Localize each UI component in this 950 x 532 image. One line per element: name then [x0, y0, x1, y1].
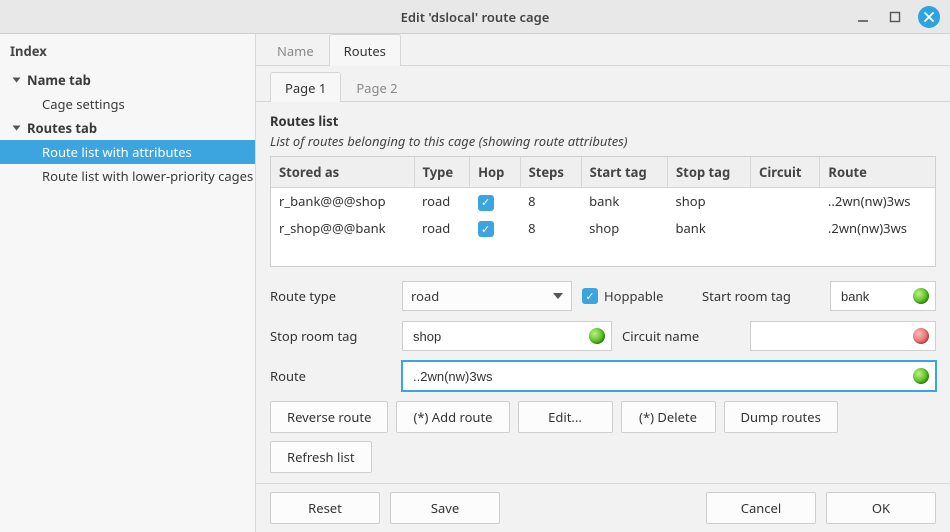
stop-tag-input-wrap[interactable] — [402, 321, 612, 351]
route-input-wrap[interactable] — [402, 361, 936, 391]
sidebar: Index Name tab Cage settings Routes tab … — [0, 34, 256, 532]
table-row[interactable]: r_shop@@@bank road ✓ 8 shop bank .2wn(nw… — [271, 215, 935, 242]
cell-stored: r_shop@@@bank — [271, 215, 414, 242]
cell-route: .2wn(nw)3ws — [820, 215, 935, 242]
stop-tag-input[interactable] — [411, 328, 581, 345]
start-tag-input-wrap[interactable] — [830, 281, 936, 311]
status-dot-icon — [913, 288, 929, 304]
start-tag-input[interactable] — [839, 288, 905, 305]
cell-hop: ✓ — [470, 188, 521, 215]
save-button[interactable]: Save — [390, 492, 500, 524]
main-tabs: Name Routes — [256, 34, 950, 66]
edit-button[interactable]: Edit... — [518, 401, 613, 433]
cell-stored: r_bank@@@shop — [271, 188, 414, 215]
circuit-label: Circuit name — [622, 327, 740, 345]
column-hop[interactable]: Hop — [470, 157, 521, 188]
column-steps[interactable]: Steps — [520, 157, 581, 188]
circuit-input-wrap[interactable] — [750, 321, 936, 351]
cancel-button[interactable]: Cancel — [706, 492, 816, 524]
sidebar-tree: Name tab Cage settings Routes tab Route … — [0, 66, 255, 190]
cell-steps: 8 — [520, 188, 581, 215]
cell-steps: 8 — [520, 215, 581, 242]
tree-item-cage-settings[interactable]: Cage settings — [0, 92, 255, 116]
delete-button[interactable]: (*) Delete — [621, 401, 716, 433]
add-route-button[interactable]: (*) Add route — [396, 401, 509, 433]
column-stop-tag[interactable]: Stop tag — [668, 157, 751, 188]
route-type-value: road — [411, 287, 439, 305]
tree-item-route-list-attributes[interactable]: Route list with attributes — [0, 140, 255, 164]
subtab-page-1[interactable]: Page 1 — [270, 72, 341, 102]
ok-button[interactable]: OK — [826, 492, 936, 524]
route-input[interactable] — [411, 368, 905, 385]
routes-list-title: Routes list — [270, 112, 936, 130]
cell-start: shop — [581, 215, 667, 242]
status-dot-icon — [913, 328, 929, 344]
column-stored-as[interactable]: Stored as — [271, 157, 414, 188]
reset-button[interactable]: Reset — [270, 492, 380, 524]
window-title: Edit 'dslocal' route cage — [0, 8, 950, 26]
stop-tag-label: Stop room tag — [270, 327, 392, 345]
tree-category-label: Routes tab — [27, 119, 97, 137]
table-row[interactable]: r_bank@@@shop road ✓ 8 bank shop ..2wn(n… — [271, 188, 935, 215]
cell-route: ..2wn(nw)3ws — [820, 188, 935, 215]
cell-type: road — [414, 215, 470, 242]
hoppable-label: Hoppable — [604, 287, 663, 305]
titlebar: Edit 'dslocal' route cage — [0, 0, 950, 34]
column-start-tag[interactable]: Start tag — [581, 157, 667, 188]
hoppable-checkbox[interactable]: ✓ Hoppable — [582, 287, 692, 305]
cell-hop: ✓ — [470, 215, 521, 242]
cell-circuit — [751, 188, 820, 215]
tab-routes[interactable]: Routes — [329, 34, 401, 66]
routes-table[interactable]: Stored as Type Hop Steps Start tag Stop … — [270, 156, 936, 267]
check-icon: ✓ — [582, 288, 598, 304]
routes-list-desc: List of routes belonging to this cage (s… — [270, 132, 936, 150]
status-dot-icon — [913, 368, 929, 384]
cell-start: bank — [581, 188, 667, 215]
column-type[interactable]: Type — [414, 157, 470, 188]
route-type-combo[interactable]: road — [402, 281, 572, 311]
tree-category-name-tab[interactable]: Name tab — [0, 68, 255, 92]
cell-stop: bank — [668, 215, 751, 242]
circuit-input[interactable] — [759, 328, 905, 345]
column-circuit[interactable]: Circuit — [751, 157, 820, 188]
check-icon: ✓ — [478, 221, 494, 237]
reverse-route-button[interactable]: Reverse route — [270, 401, 388, 433]
route-type-label: Route type — [270, 287, 392, 305]
dialog-footer: Reset Save Cancel OK — [256, 483, 950, 532]
sidebar-header: Index — [0, 34, 255, 66]
chevron-down-icon — [553, 293, 563, 299]
cell-circuit — [751, 215, 820, 242]
chevron-down-icon — [13, 78, 21, 83]
subtab-page-2[interactable]: Page 2 — [341, 72, 412, 102]
cell-type: road — [414, 188, 470, 215]
tree-category-label: Name tab — [27, 71, 91, 89]
check-icon: ✓ — [478, 195, 494, 211]
column-route[interactable]: Route — [820, 157, 935, 188]
cell-stop: shop — [668, 188, 751, 215]
tree-category-routes-tab[interactable]: Routes tab — [0, 116, 255, 140]
tree-item-route-list-lower-priority[interactable]: Route list with lower-priority cages — [0, 164, 255, 188]
tab-name[interactable]: Name — [262, 34, 329, 66]
sub-tabs: Page 1 Page 2 — [256, 72, 950, 102]
status-dot-icon — [589, 328, 605, 344]
chevron-down-icon — [13, 126, 21, 131]
route-label: Route — [270, 367, 392, 385]
dump-routes-button[interactable]: Dump routes — [724, 401, 838, 433]
refresh-list-button[interactable]: Refresh list — [270, 441, 372, 473]
start-tag-label: Start room tag — [702, 287, 820, 305]
